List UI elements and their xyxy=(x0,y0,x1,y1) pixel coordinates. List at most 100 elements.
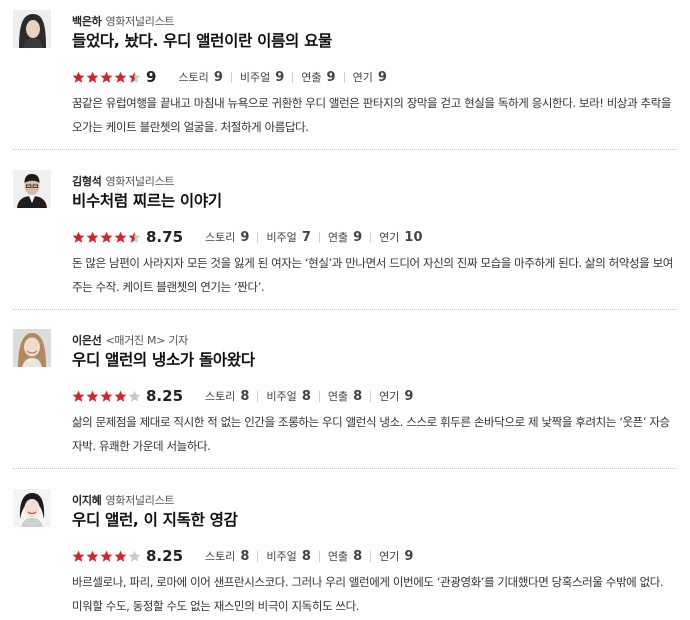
criterion-value: 8 xyxy=(301,548,311,564)
criterion-value: 9 xyxy=(404,388,414,404)
criterion-value: 8 xyxy=(353,548,363,564)
criterion-value: 8 xyxy=(240,388,250,404)
criterion-value: 9 xyxy=(353,229,363,245)
criterion-visual: 비주얼 8 xyxy=(266,388,310,404)
star-rating xyxy=(72,71,142,84)
criterion-value: 9 xyxy=(326,69,336,85)
review-body: 바르셀로나, 파리, 로마에 이어 샌프란시스코다. 그러나 우리 앨런에게 이… xyxy=(72,575,664,613)
author-role: 영화저널리스트 xyxy=(105,494,175,507)
total-score: 8.25 xyxy=(146,387,184,405)
star-filled-icon xyxy=(100,231,113,243)
star-filled-icon xyxy=(114,390,127,402)
star-half-icon xyxy=(128,71,141,83)
review-title: 우디 앨런, 이 지독한 영감 xyxy=(72,511,238,529)
review-body: 돈 많은 남편이 사라지자 모든 것을 잃게 된 여자는 ‘현실’과 만나면서 … xyxy=(72,256,673,294)
divider xyxy=(318,550,320,562)
divider xyxy=(318,231,320,243)
criterion-story: 스토리 8 xyxy=(205,388,249,404)
criterion-acting: 연기 9 xyxy=(379,548,413,564)
divider xyxy=(343,71,345,83)
criterion-label: 연기 xyxy=(379,231,400,244)
author-line: 백은하 영화저널리스트 xyxy=(72,13,175,29)
criterion-story: 스토리 9 xyxy=(205,229,249,245)
star-half-icon xyxy=(128,231,141,243)
author-role: <매거진 M> 기자 xyxy=(105,334,188,347)
criterion-visual: 비주얼 7 xyxy=(266,229,310,245)
avatar[interactable] xyxy=(13,329,51,367)
criterion-label: 비주얼 xyxy=(239,71,271,84)
author-line: 이지혜 영화저널리스트 xyxy=(72,492,175,508)
author-line: 김형석 영화저널리스트 xyxy=(72,173,175,189)
review-divider xyxy=(13,149,677,150)
author-role: 영화저널리스트 xyxy=(105,175,175,188)
divider xyxy=(257,231,259,243)
total-score: 8.75 xyxy=(146,228,184,246)
rating-row: 9 스토리 9 비주얼 9 연출 9 연기 9 xyxy=(72,67,387,87)
criterion-visual: 비주얼 9 xyxy=(240,69,284,85)
criterion-label: 비주얼 xyxy=(266,231,297,244)
review-divider xyxy=(13,468,677,469)
star-rating xyxy=(72,550,142,563)
author-name[interactable]: 이지혜 xyxy=(72,494,102,507)
divider xyxy=(292,71,294,83)
criterion-value: 8 xyxy=(301,388,311,404)
divider xyxy=(370,550,372,562)
divider xyxy=(370,390,372,402)
criterion-label: 연출 xyxy=(327,231,349,244)
criterion-label: 스토리 xyxy=(205,231,236,244)
star-filled-icon xyxy=(72,231,85,243)
star-rating xyxy=(72,231,142,244)
review-title: 우디 앨런의 냉소가 돌아왔다 xyxy=(72,351,255,369)
author-name[interactable]: 백은하 xyxy=(72,15,102,28)
criterion-value: 8 xyxy=(353,388,363,404)
avatar[interactable] xyxy=(13,10,51,48)
criterion-direction: 연출 9 xyxy=(301,69,335,85)
criterion-label: 연기 xyxy=(352,71,373,84)
criterion-direction: 연출 8 xyxy=(328,548,362,564)
star-filled-icon xyxy=(86,550,99,562)
criterion-label: 연출 xyxy=(301,71,322,84)
criterion-acting: 연기 9 xyxy=(353,69,387,85)
star-filled-icon xyxy=(86,231,99,243)
criterion-story: 스토리 8 xyxy=(205,548,249,564)
criterion-label: 연기 xyxy=(379,390,400,403)
divider xyxy=(318,390,320,402)
criterion-value: 9 xyxy=(377,69,387,85)
author-role: 영화저널리스트 xyxy=(105,15,175,28)
avatar[interactable] xyxy=(13,170,51,208)
divider xyxy=(257,390,259,402)
total-score: 9 xyxy=(146,68,157,86)
criterion-label: 연출 xyxy=(327,550,349,563)
criterion-direction: 연출 8 xyxy=(328,388,362,404)
criterion-value: 7 xyxy=(301,229,311,245)
review-body: 삶의 문제점을 제대로 직시한 적 없는 인간을 조롱하는 우디 앨런식 냉소.… xyxy=(72,415,670,453)
author-name[interactable]: 김형석 xyxy=(72,175,102,188)
criterion-value: 9 xyxy=(240,229,250,245)
criterion-value: 9 xyxy=(404,548,414,564)
rating-row: 8.25 스토리 8 비주얼 8 연출 8 연기 9 xyxy=(72,386,413,406)
rating-row: 8.75 스토리 9 비주얼 7 연출 9 연기 10 xyxy=(72,227,423,247)
criterion-visual: 비주얼 8 xyxy=(266,548,310,564)
star-empty-icon xyxy=(128,550,141,562)
star-filled-icon xyxy=(114,231,127,243)
criterion-acting: 연기 10 xyxy=(379,229,422,245)
criterion-label: 스토리 xyxy=(178,71,209,84)
star-filled-icon xyxy=(86,71,99,83)
criterion-label: 비주얼 xyxy=(266,390,297,403)
author-name[interactable]: 이은선 xyxy=(72,334,102,347)
criterion-acting: 연기 9 xyxy=(379,388,413,404)
criterion-label: 스토리 xyxy=(205,550,236,563)
criterion-label: 비주얼 xyxy=(266,550,297,563)
avatar[interactable] xyxy=(13,489,51,527)
author-line: 이은선 <매거진 M> 기자 xyxy=(72,332,188,348)
criterion-value: 8 xyxy=(240,548,250,564)
total-score: 8.25 xyxy=(146,547,184,565)
star-rating xyxy=(72,390,142,403)
star-filled-icon xyxy=(100,71,113,83)
divider xyxy=(370,231,372,243)
star-empty-icon xyxy=(128,390,141,402)
criterion-value: 10 xyxy=(404,229,423,245)
star-filled-icon xyxy=(114,550,127,562)
divider xyxy=(257,550,259,562)
star-filled-icon xyxy=(86,390,99,402)
